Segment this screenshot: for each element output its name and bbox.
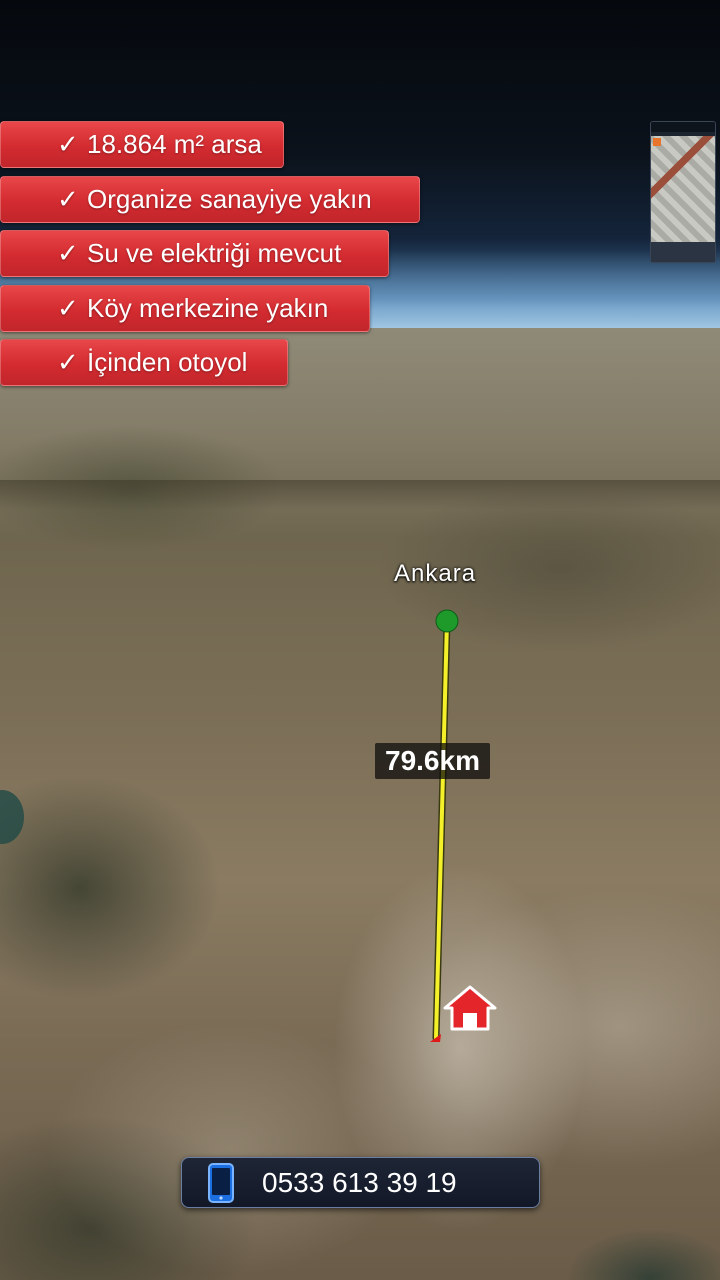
feature-text: İçinden otoyol — [87, 347, 248, 377]
contact-bar[interactable]: 0533 613 39 19 — [181, 1157, 540, 1208]
feature-badge: ✓ Su ve elektriği mevcut — [0, 230, 389, 277]
feature-badge: ✓ İçinden otoyol — [0, 339, 288, 386]
thumbnail-status-bar — [651, 122, 715, 132]
feature-text: Organize sanayiye yakın — [87, 184, 372, 214]
feature-text: Su ve elektriği mevcut — [87, 238, 342, 268]
thumbnail-tool-icon — [653, 138, 661, 146]
home-icon[interactable] — [442, 984, 498, 1032]
check-icon: ✓ — [57, 347, 79, 377]
check-icon: ✓ — [57, 238, 79, 268]
phone-number[interactable]: 0533 613 39 19 — [262, 1158, 457, 1207]
feature-text: 18.864 m² arsa — [87, 129, 262, 159]
origin-marker — [435, 609, 459, 633]
feature-badge: ✓ 18.864 m² arsa — [0, 121, 284, 168]
thumbnail-footer — [651, 242, 715, 262]
feature-badge: ✓ Köy merkezine yakın — [0, 285, 370, 332]
route-line — [434, 619, 449, 1040]
check-icon: ✓ — [57, 129, 79, 159]
parcel-preview-thumbnail[interactable] — [650, 121, 716, 263]
smartphone-icon — [208, 1163, 234, 1203]
check-icon: ✓ — [57, 293, 79, 323]
feature-badge: ✓ Organize sanayiye yakın — [0, 176, 420, 223]
check-icon: ✓ — [57, 184, 79, 214]
city-label: Ankara — [394, 560, 477, 587]
thumbnail-map — [651, 136, 715, 244]
feature-text: Köy merkezine yakın — [87, 293, 329, 323]
distance-label: 79.6km — [375, 743, 490, 779]
